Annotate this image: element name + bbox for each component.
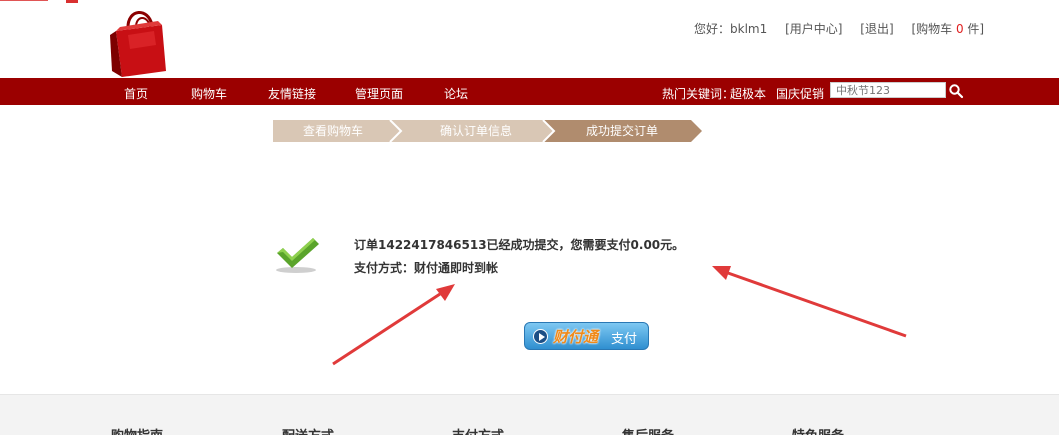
cart-suffix: 件] (963, 22, 985, 36)
cart-count: 0 (955, 22, 964, 36)
nav-item-home[interactable]: 首页 (124, 85, 148, 102)
user-center-link[interactable]: [用户中心] (785, 22, 842, 36)
footer: 购物指南 配送方式 支付方式 售后服务 特色服务 (0, 394, 1059, 435)
annotation-arrow-right-head (712, 266, 731, 280)
shopping-bag-logo[interactable] (108, 5, 172, 79)
hot-keyword-link[interactable]: 国庆促销 (776, 85, 824, 102)
footer-column-payment[interactable]: 支付方式 (452, 425, 504, 435)
checkmark-icon (276, 238, 319, 273)
footer-column-shopping-guide[interactable]: 购物指南 (111, 425, 163, 435)
annotation-arrow-left-head (436, 284, 455, 301)
step-view-cart: 查看购物车 (302, 124, 363, 138)
search-icon[interactable] (948, 83, 964, 99)
order-success-message: 订单1422417846513已经成功提交，您需要支付0.00元。 (354, 238, 685, 252)
annotation-arrow-left (332, 292, 441, 366)
footer-column-delivery[interactable]: 配送方式 (282, 425, 334, 435)
search-input[interactable] (830, 82, 946, 98)
checkout-steps: 查看购物车 确认订单信息 成功提交订单 (273, 120, 703, 142)
nav-item-cart[interactable]: 购物车 (191, 85, 227, 102)
nav-item-links[interactable]: 友情链接 (268, 85, 316, 102)
user-links: 您好：bklm1 [用户中心] [退出] [购物车 0 件] (694, 20, 998, 37)
tenpay-pay-button[interactable]: 财付通 支付 (524, 322, 649, 350)
step-confirm-order: 确认订单信息 (439, 124, 512, 138)
logout-link[interactable]: [退出] (860, 22, 893, 36)
nav-item-forum[interactable]: 论坛 (444, 85, 468, 102)
payment-method-text: 支付方式：财付通即时到帐 (354, 261, 499, 275)
footer-column-after-sales[interactable]: 售后服务 (622, 425, 674, 435)
top-edge-marks (0, 0, 78, 3)
greeting-text: 您好：bklm1 (694, 22, 768, 36)
step-order-submitted: 成功提交订单 (585, 124, 658, 138)
pay-button-label: 支付 (611, 332, 638, 347)
top-edge-tab (66, 0, 78, 3)
top-edge-line (0, 0, 48, 1)
cart-prefix: [购物车 (911, 22, 956, 36)
hot-keyword-link[interactable]: 超极本 (730, 85, 766, 102)
hot-keywords-label: 热门关键词： (662, 87, 735, 101)
footer-column-special[interactable]: 特色服务 (792, 425, 844, 435)
play-icon (533, 329, 548, 344)
cart-link[interactable]: [购物车 0 件] (911, 22, 984, 36)
nav-item-admin[interactable]: 管理页面 (355, 85, 403, 102)
annotation-arrow-right (727, 271, 907, 338)
tenpay-brand: 财付通 (553, 328, 599, 346)
